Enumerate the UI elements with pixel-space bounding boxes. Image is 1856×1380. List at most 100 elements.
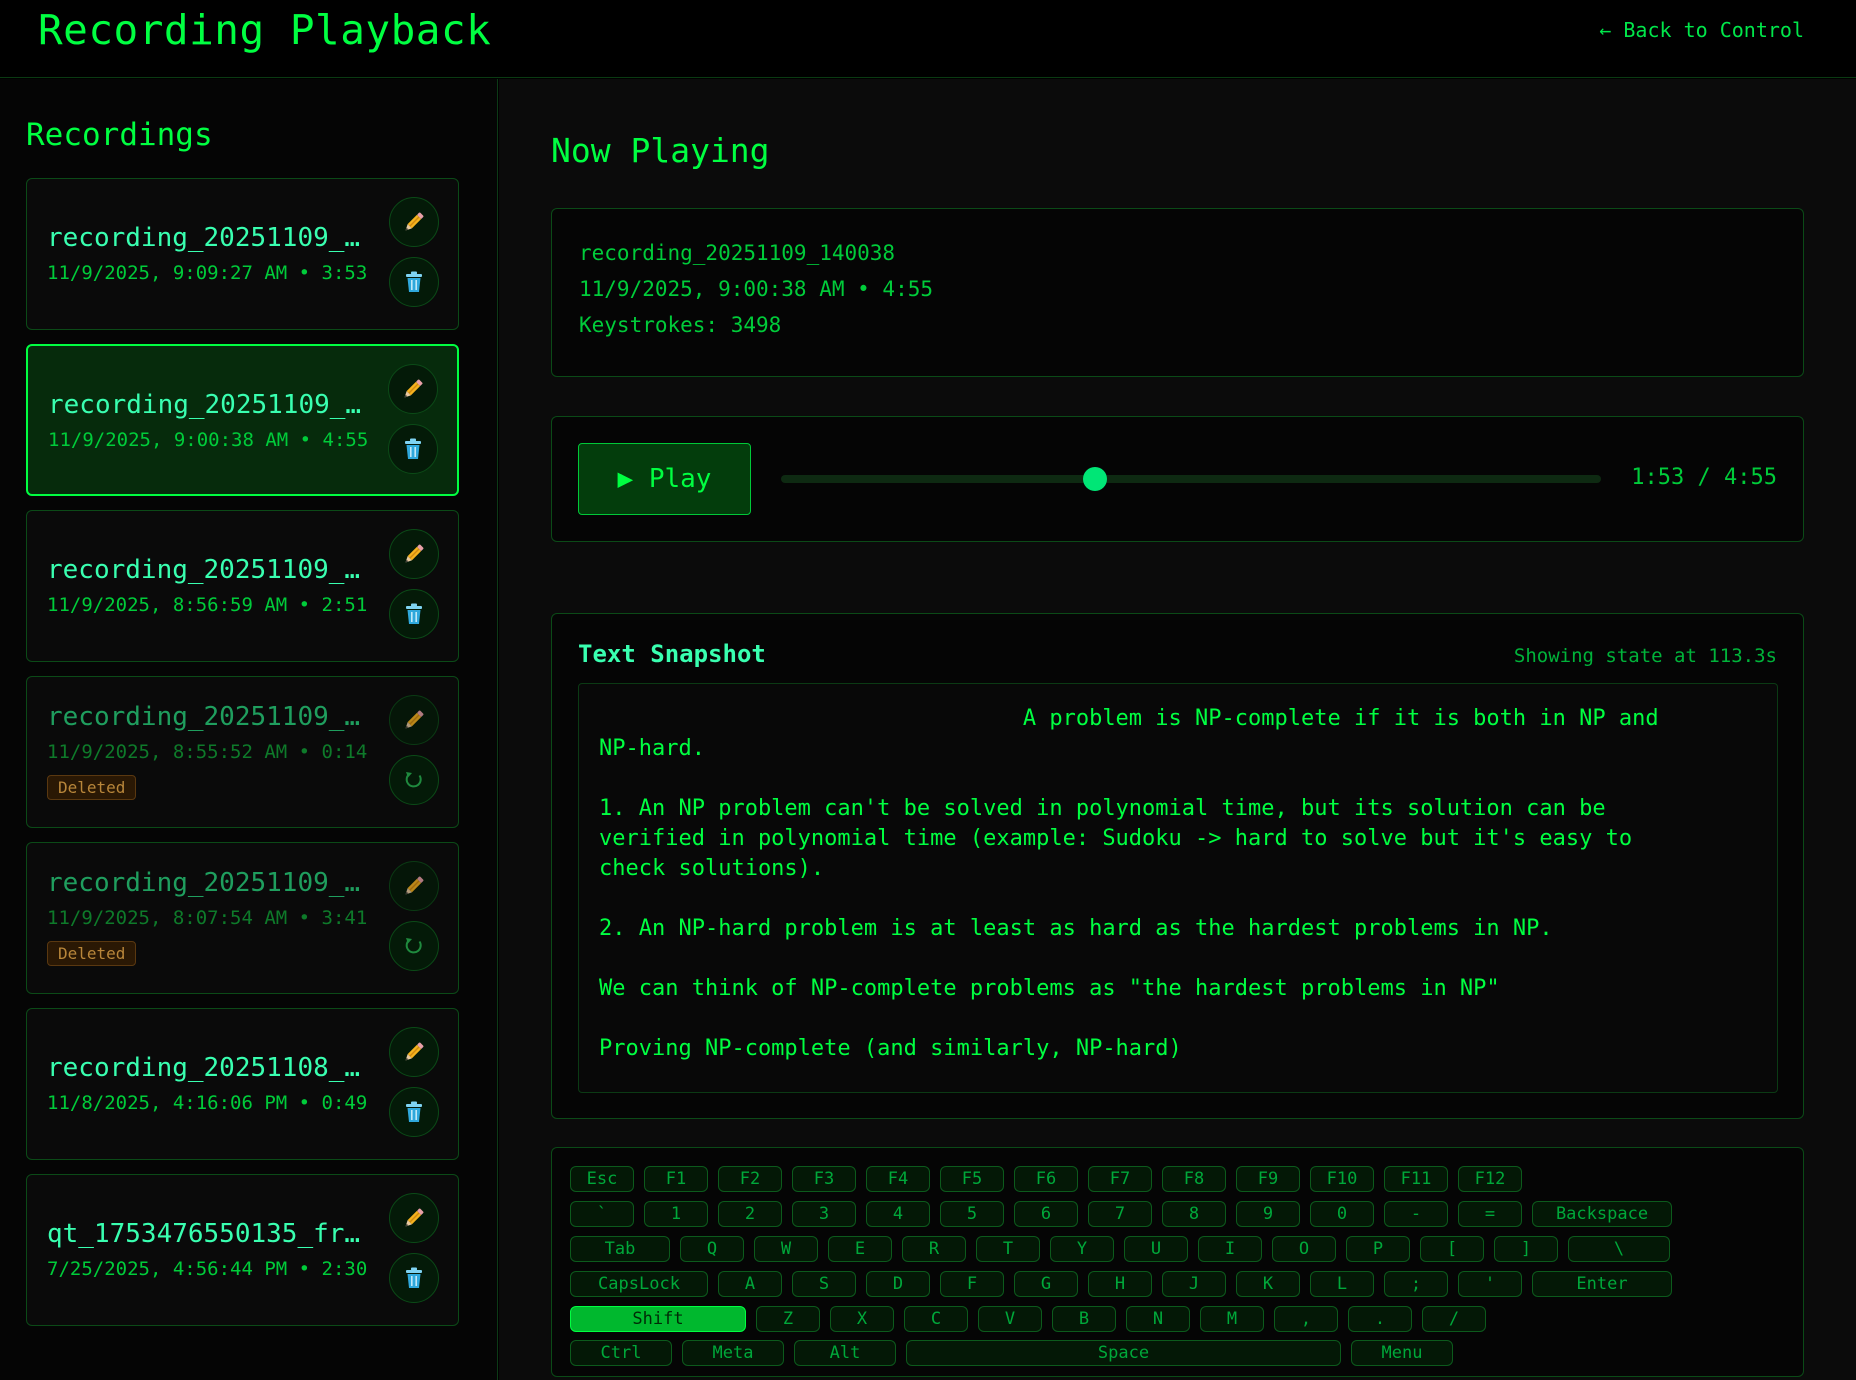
key[interactable]: 6 [1014, 1201, 1078, 1227]
key[interactable]: I [1198, 1236, 1262, 1262]
key[interactable]: 0 [1310, 1201, 1374, 1227]
recording-item-meta: 11/8/2025, 4:16:06 PM • 0:49 [47, 1092, 368, 1114]
back-to-control-link[interactable]: ← Back to Control [1599, 18, 1804, 42]
key[interactable]: F1 [644, 1166, 708, 1192]
key[interactable]: 1 [644, 1201, 708, 1227]
recording-item[interactable]: recording_20251109_… 11/9/2025, 8:07:54 A… [26, 842, 459, 994]
key[interactable]: Backspace [1532, 1201, 1672, 1227]
key[interactable]: C [904, 1306, 968, 1332]
key[interactable]: \ [1568, 1236, 1670, 1262]
key[interactable]: ' [1458, 1271, 1522, 1297]
delete-button[interactable] [389, 1087, 439, 1137]
key[interactable]: , [1274, 1306, 1338, 1332]
play-button[interactable]: ▶ Play [578, 443, 751, 515]
key[interactable]: F7 [1088, 1166, 1152, 1192]
key[interactable]: F3 [792, 1166, 856, 1192]
key[interactable]: Ctrl [570, 1340, 672, 1366]
delete-button[interactable] [389, 589, 439, 639]
key[interactable]: P [1346, 1236, 1410, 1262]
key[interactable]: M [1200, 1306, 1264, 1332]
key[interactable]: ; [1384, 1271, 1448, 1297]
delete-button[interactable] [389, 1253, 439, 1303]
key[interactable]: Esc [570, 1166, 634, 1192]
key[interactable]: 8 [1162, 1201, 1226, 1227]
recording-item[interactable]: recording_20251109_… 11/9/2025, 9:00:38 A… [26, 344, 459, 496]
recording-item[interactable]: recording_20251109_… 11/9/2025, 8:56:59 A… [26, 510, 459, 662]
key[interactable]: Menu [1351, 1340, 1453, 1366]
key[interactable]: A [718, 1271, 782, 1297]
key[interactable]: U [1124, 1236, 1188, 1262]
key[interactable]: - [1384, 1201, 1448, 1227]
key[interactable]: Z [756, 1306, 820, 1332]
key[interactable]: Meta [682, 1340, 784, 1366]
key[interactable]: F6 [1014, 1166, 1078, 1192]
key[interactable]: CapsLock [570, 1271, 708, 1297]
key[interactable]: R [902, 1236, 966, 1262]
key[interactable]: G [1014, 1271, 1078, 1297]
key[interactable]: J [1162, 1271, 1226, 1297]
key[interactable]: W [754, 1236, 818, 1262]
key[interactable]: F5 [940, 1166, 1004, 1192]
playback-slider[interactable] [781, 467, 1601, 491]
key[interactable]: F8 [1162, 1166, 1226, 1192]
delete-button[interactable] [388, 424, 438, 474]
key[interactable]: B [1052, 1306, 1116, 1332]
key[interactable]: Alt [794, 1340, 896, 1366]
recording-item[interactable]: recording_20251109_… 11/9/2025, 9:09:27 A… [26, 178, 459, 330]
rename-button[interactable] [389, 1027, 439, 1077]
rename-button[interactable] [389, 1193, 439, 1243]
key[interactable]: 9 [1236, 1201, 1300, 1227]
rename-button[interactable] [389, 861, 439, 911]
key[interactable]: Tab [570, 1236, 670, 1262]
key[interactable]: Enter [1532, 1271, 1672, 1297]
key[interactable]: F10 [1310, 1166, 1374, 1192]
recordings-heading: Recordings [26, 117, 213, 153]
rename-button[interactable] [389, 197, 439, 247]
key[interactable]: 4 [866, 1201, 930, 1227]
key[interactable]: V [978, 1306, 1042, 1332]
key[interactable]: S [792, 1271, 856, 1297]
recording-item-meta: 11/9/2025, 8:56:59 AM • 2:51 [47, 594, 368, 616]
key[interactable]: F12 [1458, 1166, 1522, 1192]
rename-button[interactable] [389, 529, 439, 579]
key[interactable]: Y [1050, 1236, 1114, 1262]
recording-item[interactable]: qt_1753476550135_fr… 7/25/2025, 4:56:44 P… [26, 1174, 459, 1326]
recording-item[interactable]: recording_20251108_… 11/8/2025, 4:16:06 P… [26, 1008, 459, 1160]
key[interactable]: F4 [866, 1166, 930, 1192]
key[interactable]: H [1088, 1271, 1152, 1297]
key[interactable]: N [1126, 1306, 1190, 1332]
key[interactable]: / [1422, 1306, 1486, 1332]
rename-button[interactable] [389, 695, 439, 745]
key[interactable]: 3 [792, 1201, 856, 1227]
key[interactable]: D [866, 1271, 930, 1297]
key[interactable]: Q [680, 1236, 744, 1262]
key[interactable]: F11 [1384, 1166, 1448, 1192]
key[interactable]: T [976, 1236, 1040, 1262]
key[interactable]: 2 [718, 1201, 782, 1227]
key[interactable]: 7 [1088, 1201, 1152, 1227]
key[interactable]: K [1236, 1271, 1300, 1297]
key[interactable]: F2 [718, 1166, 782, 1192]
key[interactable]: Space [906, 1340, 1341, 1366]
delete-button[interactable] [389, 257, 439, 307]
key[interactable]: = [1458, 1201, 1522, 1227]
key[interactable]: O [1272, 1236, 1336, 1262]
key[interactable]: L [1310, 1271, 1374, 1297]
recording-item-name: recording_20251108_… [47, 1053, 361, 1083]
key[interactable]: 5 [940, 1201, 1004, 1227]
key[interactable]: ] [1494, 1236, 1558, 1262]
key[interactable]: E [828, 1236, 892, 1262]
key[interactable]: X [830, 1306, 894, 1332]
key[interactable]: ` [570, 1201, 634, 1227]
rename-button[interactable] [388, 364, 438, 414]
key[interactable]: . [1348, 1306, 1412, 1332]
key[interactable]: Shift [570, 1306, 746, 1332]
key[interactable]: F [940, 1271, 1004, 1297]
now-playing-heading: Now Playing [551, 131, 770, 170]
key[interactable]: [ [1420, 1236, 1484, 1262]
recording-item[interactable]: recording_20251109_… 11/9/2025, 8:55:52 A… [26, 676, 459, 828]
slider-thumb[interactable] [1083, 467, 1108, 491]
key[interactable]: F9 [1236, 1166, 1300, 1192]
restore-button[interactable] [389, 755, 439, 805]
restore-button[interactable] [389, 921, 439, 971]
